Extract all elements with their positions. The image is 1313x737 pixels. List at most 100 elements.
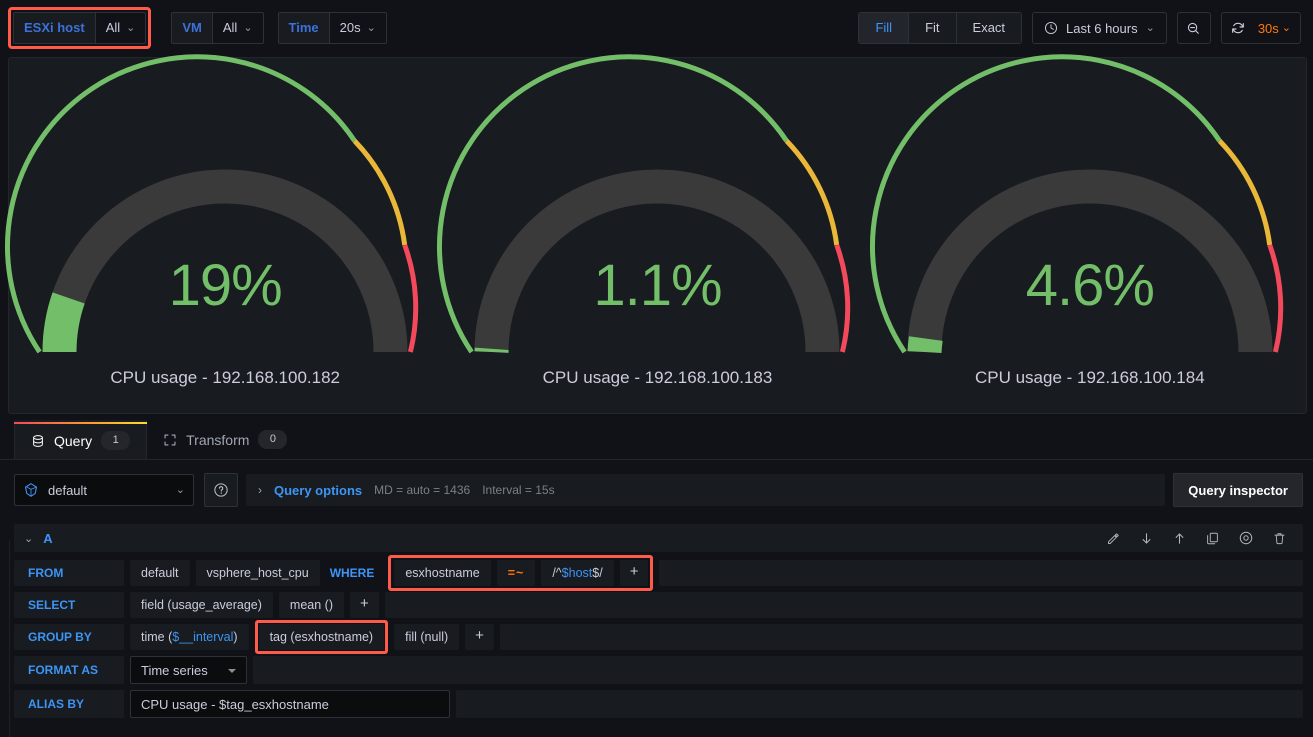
variable-esxi-host[interactable]: ESXi host All ⌄	[13, 12, 147, 44]
variable-vm[interactable]: VM All ⌄	[171, 12, 264, 44]
tab-transform-count: 0	[258, 430, 288, 449]
query-options-link[interactable]: Query options	[274, 483, 362, 498]
group-by-add-button[interactable]: +	[465, 624, 494, 650]
from-policy-segment[interactable]: default	[130, 560, 190, 586]
where-label: WHERE	[329, 566, 375, 580]
scale-button-exact[interactable]: Exact	[956, 13, 1022, 43]
clock-icon	[1045, 21, 1058, 35]
refresh-interval-picker[interactable]: 30s ⌄	[1254, 21, 1300, 36]
max-data-points-text: MD = auto = 1436	[374, 483, 471, 497]
query-editor-body: default ⌄ › Query options MD = auto = 14…	[0, 460, 1313, 737]
refresh-button[interactable]	[1222, 20, 1254, 36]
variable-esxi-host-value[interactable]: All ⌄	[94, 12, 147, 44]
variable-vm-value[interactable]: All ⌄	[211, 12, 264, 44]
datasource-help-button[interactable]	[204, 473, 238, 507]
move-up-icon[interactable]	[1172, 531, 1187, 546]
gauge-item[interactable]: 19% CPU usage - 192.168.100.182	[5, 54, 441, 413]
gauge-value: 4.6%	[1025, 253, 1155, 318]
toolbar-right-tools: Fill Fit Exact Last 6 hours ⌄ 30s ⌄	[858, 12, 1313, 44]
move-down-icon[interactable]	[1139, 531, 1154, 546]
variable-time-value[interactable]: 20s ⌄	[328, 12, 387, 44]
scale-button-fill[interactable]: Fill	[859, 13, 910, 43]
gauge-title: CPU usage - 192.168.100.183	[542, 368, 773, 387]
variable-time[interactable]: Time 20s ⌄	[277, 12, 387, 44]
editor-tabs: Query 1 Transform 0	[0, 420, 1313, 460]
select-add-button[interactable]: +	[350, 592, 379, 618]
query-row-id[interactable]: A	[43, 531, 52, 546]
group-by-time-segment[interactable]: time ($__interval)	[130, 624, 249, 650]
zoom-out-time-range-button[interactable]	[1176, 12, 1211, 44]
gauge-item[interactable]: 4.6% CPU usage - 192.168.100.184	[869, 54, 1306, 413]
chevron-down-icon: ⌄	[366, 21, 376, 34]
where-value-segment[interactable]: /^$host$/	[541, 560, 614, 586]
from-row-filler	[659, 560, 1303, 586]
chevron-down-icon[interactable]: ⌄	[24, 532, 33, 545]
group-by-label: GROUP BY	[14, 624, 124, 650]
chevron-right-icon: ›	[258, 483, 262, 497]
gauge-value: 1.1%	[593, 253, 722, 318]
variable-time-value-text: 20s	[339, 20, 361, 35]
chevron-down-icon: ⌄	[1281, 21, 1291, 34]
time-range-text: Last 6 hours	[1066, 20, 1138, 36]
datasource-row: default ⌄ › Query options MD = auto = 14…	[14, 472, 1303, 508]
format-as-label: FORMAT AS	[14, 656, 124, 684]
format-as-value: Time series	[141, 662, 208, 678]
gauge-panel: 19% CPU usage - 192.168.100.182 1.1% CPU…	[5, 54, 1307, 414]
chevron-down-icon: ⌄	[126, 21, 136, 34]
tab-query[interactable]: Query 1	[14, 420, 148, 459]
variable-time-label: Time	[277, 12, 329, 44]
interval-text: Interval = 15s	[482, 483, 555, 497]
alias-by-row-filler	[456, 690, 1303, 718]
select-field-segment[interactable]: field (usage_average)	[130, 592, 273, 618]
panel-scale-button-group: Fill Fit Exact	[858, 12, 1023, 44]
query-row-actions	[1106, 530, 1293, 546]
chevron-down-icon	[227, 669, 236, 673]
chevron-down-icon: ⌄	[1145, 21, 1155, 34]
editor-row-group-by: GROUP BY time ($__interval) tag (esxhost…	[14, 620, 1303, 654]
influxdb-icon	[24, 483, 37, 497]
where-key-segment[interactable]: esxhostname	[394, 560, 491, 586]
tab-query-label: Query	[54, 432, 93, 449]
grafana-panel-editor: ESXi host All ⌄ VM All ⌄ Time 20s ⌄ Fill…	[0, 0, 1313, 737]
group-by-time-variable: $__interval	[172, 630, 234, 644]
help-circle-icon	[214, 483, 228, 497]
duplicate-icon[interactable]	[1205, 531, 1220, 546]
chevron-down-icon: ⌄	[243, 21, 253, 34]
format-as-row-filler	[252, 656, 1303, 684]
from-label: FROM	[14, 560, 124, 586]
query-inspector-button[interactable]: Query inspector	[1173, 473, 1303, 507]
hide-icon[interactable]	[1238, 530, 1254, 546]
tab-transform-label: Transform	[186, 431, 250, 448]
alias-by-input[interactable]: CPU usage - $tag_esxhostname	[130, 690, 450, 718]
where-value-prefix: /^	[552, 566, 562, 580]
query-options-bar[interactable]: › Query options MD = auto = 1436 Interva…	[246, 474, 1166, 506]
select-aggregation-segment[interactable]: mean ()	[278, 592, 344, 618]
format-as-select[interactable]: Time series	[130, 656, 247, 684]
gauge-list: 19% CPU usage - 192.168.100.182 1.1% CPU…	[5, 54, 1306, 413]
from-measurement-segment[interactable]: vsphere_host_cpu	[195, 560, 320, 586]
group-by-tag-segment[interactable]: tag (esxhostname)	[258, 624, 385, 650]
time-range-picker[interactable]: Last 6 hours ⌄	[1032, 12, 1167, 44]
refresh-icon	[1231, 22, 1244, 34]
variable-esxi-host-label: ESXi host	[13, 12, 95, 44]
group-by-fill-segment[interactable]: fill (null)	[394, 624, 460, 650]
group-by-row-filler	[499, 624, 1303, 650]
where-clause-highlight: esxhostname =~ /^$host$/ +	[388, 555, 654, 591]
refresh-control: 30s ⌄	[1220, 12, 1301, 44]
gauge-title: CPU usage - 192.168.100.182	[110, 368, 340, 387]
scale-button-fit[interactable]: Fit	[909, 13, 957, 43]
where-add-button[interactable]: +	[619, 560, 649, 586]
where-operator-segment[interactable]: =~	[496, 560, 536, 586]
tab-query-count: 1	[101, 431, 131, 450]
gauge-value: 19%	[168, 253, 283, 318]
datasource-picker[interactable]: default ⌄	[14, 474, 194, 506]
dashboard-toolbar: ESXi host All ⌄ VM All ⌄ Time 20s ⌄ Fill…	[0, 0, 1313, 56]
gauge-visual: 1.1%	[437, 54, 867, 362]
delete-icon[interactable]	[1272, 531, 1287, 546]
pencil-icon[interactable]	[1106, 531, 1121, 546]
zoom-out-icon	[1188, 22, 1200, 34]
variable-vm-label: VM	[171, 12, 212, 44]
tab-transform[interactable]: Transform 0	[147, 420, 303, 459]
gauge-item[interactable]: 1.1% CPU usage - 192.168.100.183	[437, 54, 873, 413]
datasource-name: default	[48, 482, 88, 498]
